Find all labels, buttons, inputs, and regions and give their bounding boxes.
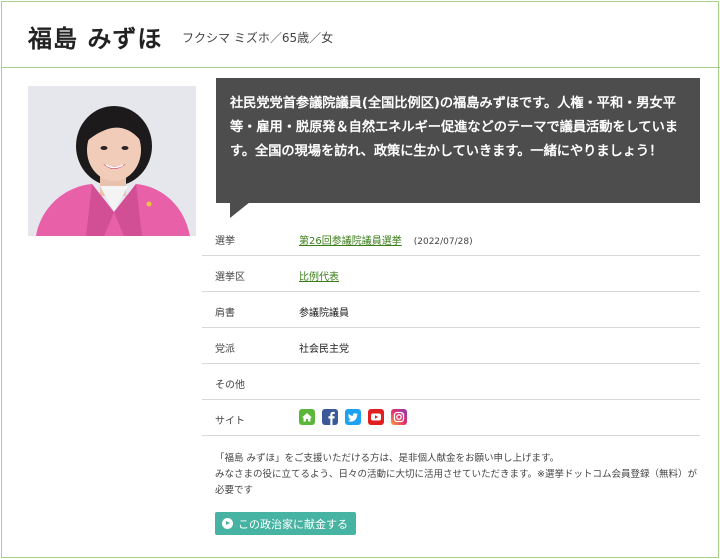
profile-info-table: 選挙 第26回参議院議員選挙 (2022/07/28) 選挙区 比例代表 肩書 参… [202, 220, 700, 436]
facebook-icon[interactable] [322, 409, 338, 425]
title-value: 参議院議員 [299, 308, 349, 319]
politician-photo [28, 86, 196, 236]
site-label: サイト [215, 416, 245, 427]
home-icon[interactable] [299, 409, 315, 425]
donate-button[interactable]: この政治家に献金する [215, 512, 356, 535]
row-party: 党派 社会民主党 [202, 328, 700, 364]
politician-name: 福島 みずほ [28, 25, 163, 53]
profile-header: 福島 みずほ フクシマ ミズホ／65歳／女 [2, 2, 720, 68]
election-label: 選挙 [215, 236, 235, 247]
other-label: その他 [215, 380, 245, 391]
party-label: 党派 [215, 344, 235, 355]
election-date: (2022/07/28) [413, 237, 473, 247]
row-other: その他 [202, 364, 700, 400]
twitter-icon[interactable] [345, 409, 361, 425]
profile-card: 福島 みずほ フクシマ ミズホ／65歳／女 社民党党首参議院議員(全国比例区)の… [1, 1, 720, 558]
youtube-icon[interactable] [368, 409, 384, 425]
message-bubble: 社民党党首参議院議員(全国比例区)の福島みずほです。人権・平和・男女平等・雇用・… [216, 78, 700, 203]
arrow-circle-icon [222, 518, 233, 529]
instagram-icon[interactable] [391, 409, 407, 425]
row-title: 肩書 参議院議員 [202, 292, 700, 328]
politician-kana-age-gender: フクシマ ミズホ／65歳／女 [182, 31, 334, 45]
row-district: 選挙区 比例代表 [202, 256, 700, 292]
portrait-image [28, 86, 196, 236]
party-value: 社会民主党 [299, 344, 349, 355]
row-site: サイト [202, 400, 700, 436]
row-election: 選挙 第26回参議院議員選挙 (2022/07/28) [202, 220, 700, 256]
title-label: 肩書 [215, 308, 235, 319]
district-label: 選挙区 [215, 272, 245, 283]
donation-note-line1: 「福島 みずほ」をご支援いただける方は、是非個人献金をお願い申し上げます。 [215, 453, 560, 464]
district-link[interactable]: 比例代表 [299, 272, 339, 283]
message-bubble-tail [230, 202, 250, 218]
donation-note-line2: みなさまの役に立てるよう、日々の活動に大切に活用させていただきます。※選挙ドット… [215, 469, 698, 496]
donate-button-label: この政治家に献金する [238, 517, 348, 531]
sns-links [299, 409, 407, 425]
election-value: 第26回参議院議員選挙 (2022/07/28) [299, 232, 473, 247]
election-link[interactable]: 第26回参議院議員選挙 [299, 236, 402, 247]
district-value: 比例代表 [299, 268, 339, 283]
donation-note: 「福島 みずほ」をご支援いただける方は、是非個人献金をお願い申し上げます。 みな… [215, 451, 705, 499]
